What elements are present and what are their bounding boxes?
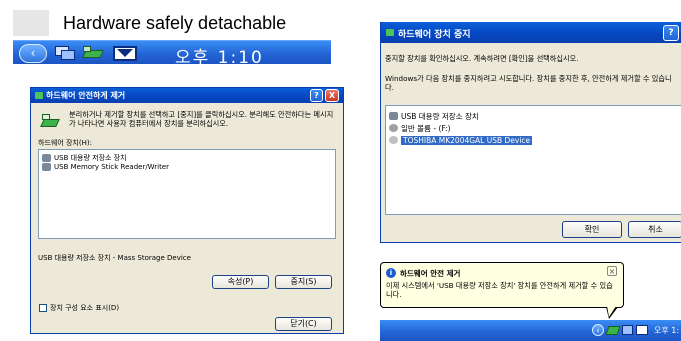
- balloon-close-button[interactable]: ×: [607, 266, 617, 276]
- tray-clock[interactable]: 오후 1:10: [175, 43, 264, 68]
- dialog-title: 하드웨어 장치 중지: [398, 30, 471, 40]
- balloon-message: 이제 시스템에서 'USB 대용량 저장소 장치' 장치를 안전하게 제거할 수…: [386, 281, 613, 299]
- tooltip-text: Hardware safely detachable: [63, 13, 287, 33]
- back-arrow-icon[interactable]: ‹: [19, 44, 47, 63]
- balloon-title: 하드웨어 안전 제거: [400, 269, 461, 278]
- usb-drive-icon: [42, 163, 51, 171]
- hardware-icon[interactable]: [81, 44, 105, 61]
- balloon-area: i 하드웨어 안전 제거 × 이제 시스템에서 'USB 대용량 저장소 장치'…: [380, 262, 681, 341]
- titlebar-hardware-icon: [386, 29, 394, 36]
- eject-device-icon: [40, 114, 60, 128]
- tree-item-selected[interactable]: TOSHIBA MK2004GAL USB Device: [389, 134, 533, 146]
- device-name: TOSHIBA MK2004GAL USB Device: [401, 135, 533, 145]
- confirm-text: 중지할 장치를 확인하십시오. 계속하려면 [확인]을 선택하십시오.: [385, 54, 579, 63]
- usb-drive-icon: [389, 112, 398, 120]
- tray-expand-icon[interactable]: ‹: [592, 324, 604, 336]
- instruction-text: 분리하거나 제거할 장치를 선택하고 [중지]를 클릭하십시오. 분리해도 안전…: [69, 110, 334, 128]
- list-item[interactable]: USB Memory Stick Reader/Writer: [42, 161, 169, 173]
- device-name: USB Memory Stick Reader/Writer: [54, 163, 170, 171]
- tray-flag-icon[interactable]: [113, 46, 137, 61]
- device-status-text: USB 대용량 저장소 장치 - Mass Storage Device: [38, 254, 191, 262]
- close-button[interactable]: 닫기(C): [275, 317, 332, 331]
- help-button[interactable]: ?: [310, 89, 323, 102]
- hardware-device-list[interactable]: USB 대용량 저장소 장치 USB Memory Stick Reader/W…: [38, 149, 336, 239]
- help-button[interactable]: ?: [663, 25, 679, 41]
- tree-item[interactable]: 일반 볼륨 - (F:): [389, 122, 451, 134]
- checkbox-label: 장치 구성 요소 표시(D): [50, 304, 120, 312]
- tooltip: Hardware safely detachable: [13, 10, 339, 40]
- properties-button[interactable]: 속성(P): [212, 275, 269, 289]
- disk-icon: [389, 136, 398, 144]
- network-icon[interactable]: [53, 44, 77, 60]
- stop-device-dialog: 하드웨어 장치 중지 ? 중지할 장치를 확인하십시오. 계속하려면 [확인]을…: [380, 22, 681, 243]
- show-components-checkbox[interactable]: [39, 304, 47, 312]
- tree-item[interactable]: USB 대용량 저장소 장치: [389, 110, 479, 122]
- tray-area: Hardware safely detachable ‹ 오후 1:10: [13, 10, 341, 68]
- titlebar-hardware-icon: [35, 92, 43, 99]
- info-icon: i: [386, 268, 396, 278]
- volume-icon: [389, 124, 398, 132]
- cancel-button[interactable]: 취소: [628, 221, 681, 238]
- taskbar-clock[interactable]: 오후 1:: [654, 325, 679, 336]
- close-x-button[interactable]: X: [325, 89, 339, 102]
- network-icon[interactable]: [622, 325, 633, 335]
- ok-button[interactable]: 확인: [562, 221, 622, 238]
- explain-text: Windows가 다음 장치를 중지하려고 시도합니다. 장치를 중지한 후, …: [385, 74, 672, 92]
- devices-label: 하드웨어 장치(H):: [38, 139, 92, 147]
- device-tree[interactable]: USB 대용량 저장소 장치 일반 볼륨 - (F:) TOSHIBA MK20…: [385, 105, 681, 215]
- tray-flag-icon[interactable]: [636, 325, 648, 335]
- device-name: 일반 볼륨 - (F:): [401, 123, 451, 133]
- stop-button[interactable]: 중지(S): [275, 275, 332, 289]
- device-name: USB 대용량 저장소 장치: [401, 111, 479, 121]
- dialog-title: 하드웨어 안전하게 제거: [46, 91, 126, 100]
- safely-remove-dialog: 하드웨어 안전하게 제거 ? X 분리하거나 제거할 장치를 선택하고 [중지]…: [30, 87, 344, 334]
